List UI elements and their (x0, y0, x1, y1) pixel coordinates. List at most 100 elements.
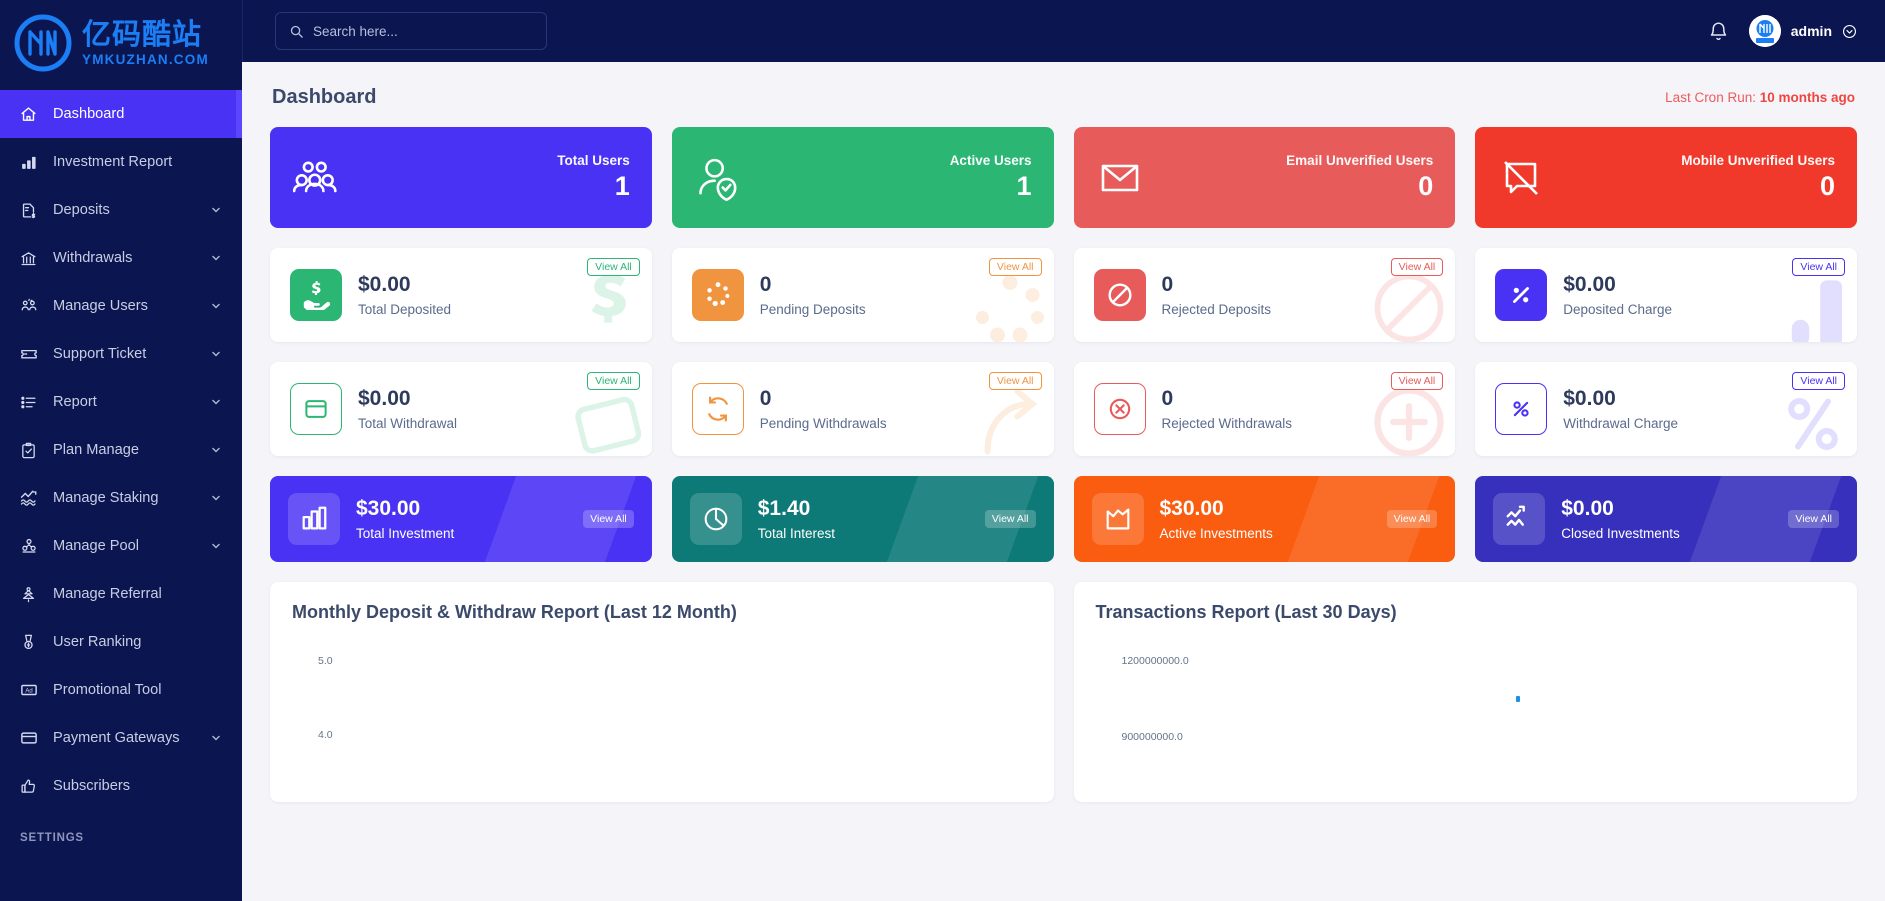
chevron-down-icon (210, 492, 224, 504)
view-all-button[interactable]: View All (1792, 372, 1845, 390)
chart-row: Monthly Deposit & Withdraw Report (Last … (270, 582, 1857, 802)
search-input[interactable] (313, 24, 533, 39)
investment-card-label: Total Investment (356, 526, 454, 541)
view-all-button[interactable]: View All (985, 510, 1036, 528)
sidebar-item-report[interactable]: Report (0, 378, 242, 426)
mobile-off-icon (1497, 154, 1545, 202)
stat-card-label: Mobile Unverified Users (1681, 153, 1835, 168)
refresh-icon (692, 383, 744, 435)
dashboard-content: Dashboard Last Cron Run: 10 months ago T… (242, 62, 1885, 901)
stat-card-value: 1 (950, 172, 1032, 202)
mini-card-rejected-deposits[interactable]: View All 0 Rejected Deposits (1074, 248, 1456, 342)
admin-menu[interactable]: admin (1749, 15, 1857, 47)
sidebar-item-manage-users[interactable]: Manage Users (0, 282, 242, 330)
view-all-button[interactable]: View All (583, 510, 634, 528)
stat-card-email-unverified-users[interactable]: Email Unverified Users 0 (1074, 127, 1456, 228)
view-all-button[interactable]: View All (1792, 258, 1845, 276)
zigzag-chart-icon (1493, 493, 1545, 545)
last-cron-run: Last Cron Run: 10 months ago (1665, 90, 1855, 105)
stat-card-value: 1 (557, 172, 630, 202)
investment-card-closed-investments[interactable]: $0.00 Closed Investments View All (1475, 476, 1857, 562)
investment-card-total-investment[interactable]: $30.00 Total Investment View All (270, 476, 652, 562)
view-all-button[interactable]: View All (1387, 510, 1438, 528)
sidebar-item-support-ticket[interactable]: Support Ticket (0, 330, 242, 378)
mini-card-deposited-charge[interactable]: View All $0.00 Deposited Charge (1475, 248, 1857, 342)
mini-card-pending-withdrawals[interactable]: View All 0 Pending Withdrawals (672, 362, 1054, 456)
mini-card-withdrawal-charge[interactable]: View All $0.00 Withdrawal Charge (1475, 362, 1857, 456)
list-icon (20, 394, 46, 411)
brand-name-en: YMKUZHAN.COM (82, 53, 209, 67)
pie-chart-icon (690, 493, 742, 545)
view-all-button[interactable]: View All (989, 372, 1042, 390)
spinner-icon (692, 269, 744, 321)
stat-card-label: Active Users (950, 153, 1032, 168)
brand-logo[interactable]: 亿码酷站 YMKUZHAN.COM (0, 0, 242, 86)
search-box[interactable] (275, 12, 547, 50)
investment-card-value: $30.00 (1160, 497, 1273, 521)
mini-card-value: 0 (760, 387, 887, 411)
view-all-button[interactable]: View All (587, 372, 640, 390)
chevron-down-icon (210, 396, 224, 408)
topbar: admin (242, 0, 1885, 62)
sidebar-item-subscribers[interactable]: Subscribers (0, 762, 242, 810)
sidebar-item-manage-referral[interactable]: Manage Referral (0, 570, 242, 618)
topbar-right: admin (1708, 15, 1857, 47)
mini-card-value: $0.00 (1563, 387, 1678, 411)
view-all-button[interactable]: View All (587, 258, 640, 276)
view-all-button[interactable]: View All (989, 258, 1042, 276)
sidebar-item-manage-pool[interactable]: Manage Pool (0, 522, 242, 570)
clipboard-check-icon (20, 442, 46, 459)
investment-card-total-interest[interactable]: $1.40 Total Interest View All (672, 476, 1054, 562)
mini-card-total-deposited[interactable]: View All $0.00 Total Deposited (270, 248, 652, 342)
stat-card-mobile-unverified-users[interactable]: Mobile Unverified Users 0 (1475, 127, 1857, 228)
mini-card-value: 0 (760, 273, 866, 297)
page-header: Dashboard Last Cron Run: 10 months ago (270, 62, 1857, 127)
bar-chart-icon (20, 154, 46, 171)
sidebar-item-plan-manage[interactable]: Plan Manage (0, 426, 242, 474)
view-all-button[interactable]: View All (1391, 258, 1444, 276)
stat-card-value: 0 (1286, 172, 1433, 202)
investment-card-active-investments[interactable]: $30.00 Active Investments View All (1074, 476, 1456, 562)
stat-card-row: Total Users 1 Active Users 1 (270, 127, 1857, 228)
credit-card-icon (20, 729, 46, 747)
stat-card-total-users[interactable]: Total Users 1 (270, 127, 652, 228)
mini-card-rejected-withdrawals[interactable]: View All 0 Rejected Withdrawals (1074, 362, 1456, 456)
area-chart-icon (1092, 493, 1144, 545)
group-users-icon (292, 152, 344, 204)
mini-card-total-withdrawal[interactable]: View All $0.00 Total Withdrawal (270, 362, 652, 456)
sidebar-item-label: Manage Referral (46, 586, 224, 602)
home-icon (20, 106, 46, 123)
medal-icon (20, 634, 46, 651)
sidebar-item-user-ranking[interactable]: User Ranking (0, 618, 242, 666)
chart-plot-area: 5.0 4.0 3.0 (292, 641, 1032, 802)
view-all-button[interactable]: View All (1788, 510, 1839, 528)
sidebar-item-label: Report (46, 394, 210, 410)
sidebar-item-investment-report[interactable]: Investment Report (0, 138, 242, 186)
svg-text:Ad: Ad (25, 688, 32, 694)
sidebar-item-withdrawals[interactable]: Withdrawals (0, 234, 242, 282)
bank-icon (20, 250, 46, 267)
sidebar-item-deposits[interactable]: Deposits (0, 186, 242, 234)
wallet-icon (290, 383, 342, 435)
mini-card-label: Pending Deposits (760, 302, 866, 317)
chevron-down-icon (210, 300, 224, 312)
mini-card-pending-deposits[interactable]: View All 0 Pending Deposits (672, 248, 1054, 342)
sidebar-item-payment-gateways[interactable]: Payment Gateways (0, 714, 242, 762)
chart-card-monthly-deposit-withdraw: Monthly Deposit & Withdraw Report (Last … (270, 582, 1054, 802)
stat-card-active-users[interactable]: Active Users 1 (672, 127, 1054, 228)
investment-card-value: $1.40 (758, 497, 835, 521)
sidebar-item-label: Promotional Tool (46, 682, 224, 698)
mini-card-value: $0.00 (358, 273, 451, 297)
view-all-button[interactable]: View All (1391, 372, 1444, 390)
notification-bell-icon[interactable] (1708, 21, 1729, 42)
sidebar-item-promotional-tool[interactable]: Ad Promotional Tool (0, 666, 242, 714)
chevron-down-icon (210, 252, 224, 264)
investment-card-value: $30.00 (356, 497, 454, 521)
sidebar-item-manage-staking[interactable]: Manage Staking (0, 474, 242, 522)
sidebar-item-dashboard[interactable]: Dashboard (0, 90, 242, 138)
mini-card-value: $0.00 (1563, 273, 1672, 297)
mini-card-label: Rejected Deposits (1162, 302, 1272, 317)
wave-chart-icon (20, 489, 46, 507)
users-gear-icon (20, 297, 46, 315)
stat-card-label: Total Users (557, 153, 630, 168)
